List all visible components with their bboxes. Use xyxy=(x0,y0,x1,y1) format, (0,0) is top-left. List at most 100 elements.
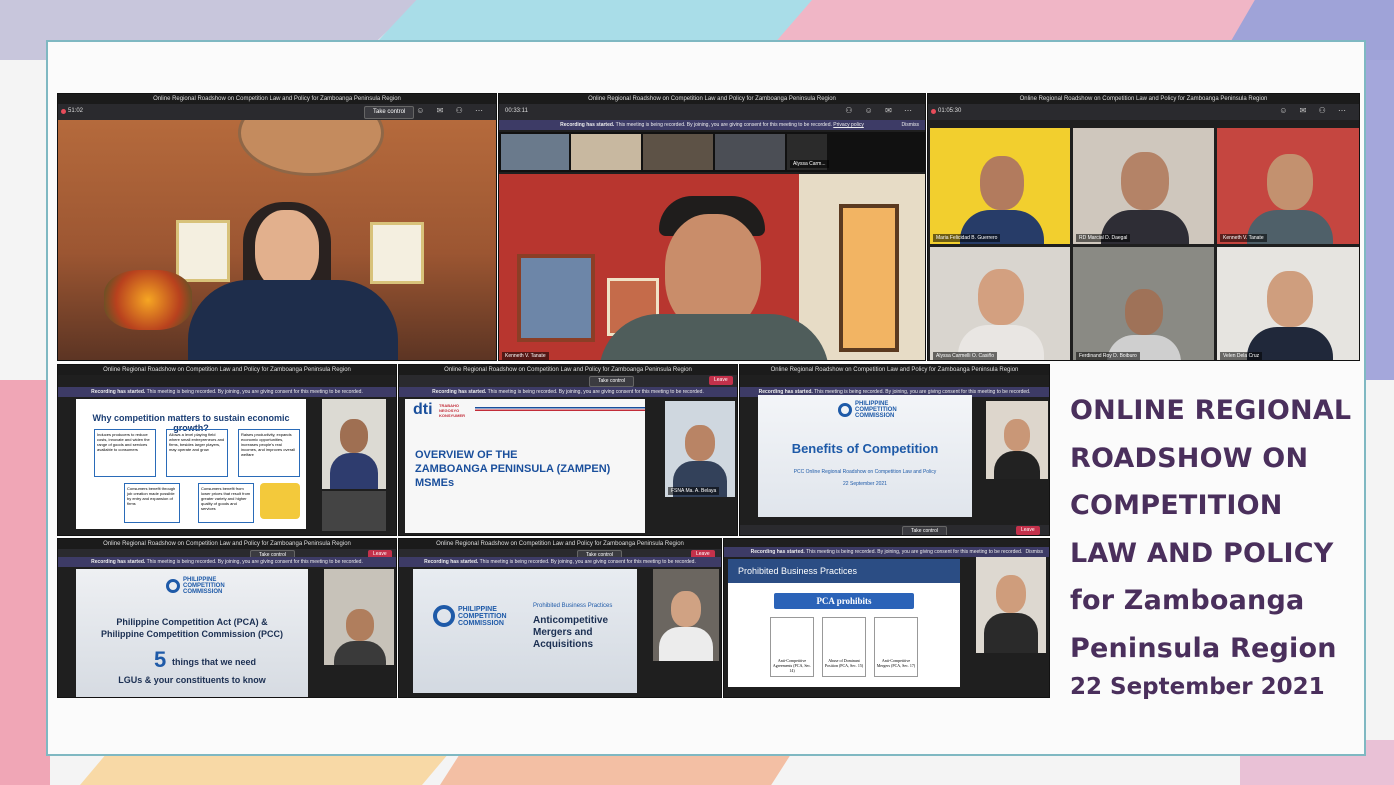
gallery-tile: RD Marcial D. Daegal xyxy=(1073,128,1214,244)
bg-shape-left xyxy=(0,380,50,785)
leave-button[interactable]: Leave xyxy=(709,376,733,385)
slide-title-line: Anticompetitive xyxy=(533,615,609,626)
teams-window-slide-2: Online Regional Roadshow on Competition … xyxy=(398,364,738,536)
meeting-timer: 01:05:30 xyxy=(938,108,962,114)
slide-box: Raises productivity, expands economic op… xyxy=(238,429,300,477)
privacy-policy-link[interactable]: Privacy policy xyxy=(833,122,864,128)
take-control-button[interactable]: Take control xyxy=(364,106,415,119)
slide-header: Prohibited Business Practices xyxy=(728,559,960,583)
participant-face xyxy=(1267,154,1313,210)
pcc-logo-icon xyxy=(838,403,852,417)
take-control-button[interactable]: Take control xyxy=(589,376,634,387)
participant-face xyxy=(996,575,1026,613)
window-title: Online Regional Roadshow on Competition … xyxy=(399,539,721,549)
participant-name: FSNA Ma. A. Belaya xyxy=(668,487,720,495)
thumb-participant-alyssa: Alyssa Carm... xyxy=(787,134,829,170)
recording-notice: Recording has started. xyxy=(560,122,615,128)
meeting-timer: 00:33:11 xyxy=(505,108,528,114)
presenter-video xyxy=(324,569,394,665)
gallery-tile: Kenneth V. Tanate xyxy=(1217,128,1359,244)
toolbar-icons[interactable]: ☺ ✉ ⚇ ⋯ xyxy=(416,106,488,118)
recording-detail: This meeting is being recorded. By joini… xyxy=(146,559,363,565)
pcc-logo-text: PHILIPPINE COMPETITION COMMISSION xyxy=(855,401,897,419)
meeting-toolbar: Take control Leave xyxy=(399,375,737,387)
slide-pca-pcc: PHILIPPINE COMPETITION COMMISSION Philip… xyxy=(76,569,308,697)
pcc-logo-icon xyxy=(433,605,455,627)
slide-prohibited-practices: Prohibited Business Practices PCA prohib… xyxy=(728,559,960,687)
dismiss-button[interactable]: Dismiss xyxy=(902,120,920,130)
participant-name: Maria Felicidad B. Guerrero xyxy=(933,234,1001,242)
framed-certificate-right xyxy=(370,222,424,284)
recording-banner: Recording has started. This meeting is b… xyxy=(58,387,396,397)
dti-logo: dti xyxy=(413,401,433,418)
participant-face xyxy=(978,269,1024,325)
meeting-toolbar: 00:33:11 ⚇ ☺ ✉ ⋯ xyxy=(499,104,925,120)
pcc-logo-icon xyxy=(166,579,180,593)
slide-title-line: Philippine Competition Act (PCA) & xyxy=(116,617,268,627)
slide-title-line: ZAMBOANGA PENINSULA (ZAMPEN) xyxy=(415,463,611,475)
teams-window-speaker-1: Online Regional Roadshow on Competition … xyxy=(57,93,497,361)
participant-name: Ferdinand Roy D. Boiburo xyxy=(1076,352,1140,360)
slide-title-line: Mergers and xyxy=(533,627,593,638)
recording-notice: Recording has started. xyxy=(424,559,479,565)
pcc-logo: PHILIPPINE COMPETITION COMMISSION xyxy=(433,605,518,627)
event-title-line: LAW AND POLICY xyxy=(1070,537,1334,569)
event-title-block: ONLINE REGIONAL ROADSHOW ON COMPETITION … xyxy=(1070,387,1351,700)
slide-zampen-overview: dti TRABAHO NEGOSYO KONSYUMER OVERVIEW O… xyxy=(405,399,645,533)
meeting-toolbar: 51:02 Take control ☺ ✉ ⚇ ⋯ xyxy=(58,104,496,120)
participant-face xyxy=(1125,289,1163,335)
recording-notice: Recording has started. xyxy=(91,559,146,565)
slide-text: things that we need xyxy=(172,657,257,667)
meeting-toolbar: 01:05:30 ☺ ✉ ⚇ ⋯ xyxy=(928,104,1359,120)
painting-1 xyxy=(517,254,595,342)
event-date: 22 September 2021 xyxy=(1070,674,1325,700)
slide-date: 22 September 2021 xyxy=(843,481,887,487)
toolbar-icons[interactable]: ☺ ✉ ⚇ ⋯ xyxy=(1279,106,1351,118)
slide-text: LGUs & your constituents to know xyxy=(118,675,266,685)
toolbar-icons[interactable]: ⚇ ☺ ✉ ⋯ xyxy=(845,106,917,118)
participant-name: RD Marcial D. Daegal xyxy=(1076,234,1131,242)
presenter-video xyxy=(322,399,386,489)
recording-notice: Recording has started. xyxy=(91,389,146,395)
slide-anticompetitive-mergers: PHILIPPINE COMPETITION COMMISSION Prohib… xyxy=(413,569,637,693)
leave-button[interactable]: Leave xyxy=(1016,526,1040,535)
teams-window-slide-5: Online Regional Roadshow on Competition … xyxy=(398,538,722,698)
slide-item: Abuse of Dominant Position (PCA, Sec. 15… xyxy=(822,617,866,677)
event-title-line: ONLINE REGIONAL xyxy=(1070,395,1352,426)
recording-notice: Recording has started. xyxy=(432,389,487,395)
slide-title: Benefits of Competition xyxy=(791,441,939,456)
slide-title-line: MSMEs xyxy=(415,477,455,489)
participant-face xyxy=(980,156,1024,210)
recording-icon xyxy=(61,109,66,114)
recording-detail: This meeting is being recorded. By joini… xyxy=(479,559,696,565)
thumb-participant xyxy=(643,134,713,170)
slide-title-line: Philippine Competition Commission (PCC) xyxy=(101,629,283,639)
video-speaker-2: Kenneth V. Tanate xyxy=(499,174,925,360)
dismiss-button[interactable]: Dismiss xyxy=(1026,547,1044,557)
slide-title-line: Acquisitions xyxy=(533,639,594,650)
recording-detail: This meeting is being recorded. By joini… xyxy=(487,389,704,395)
participant-name: Velen Dela Cruz xyxy=(1220,352,1263,360)
take-control-button[interactable]: Take control xyxy=(902,526,947,535)
slide-box: Consumers benefit through job creation m… xyxy=(124,483,180,523)
thumbnail-grid xyxy=(322,491,386,531)
event-title-line: Peninsula Region xyxy=(1070,632,1337,664)
recording-icon xyxy=(931,109,936,114)
presenter-video xyxy=(653,569,719,661)
participant-body xyxy=(984,613,1038,653)
teams-window-speaker-2: Online Regional Roadshow on Competition … xyxy=(498,93,926,361)
recording-notice: Recording has started. xyxy=(750,549,805,555)
speaker-body xyxy=(188,280,398,360)
framed-certificate-left xyxy=(176,220,230,282)
pcc-logo-text: PHILIPPINE COMPETITION COMMISSION xyxy=(183,577,225,595)
meeting-timer: 51:02 xyxy=(68,108,84,114)
participant-name: Alyssa Carm... xyxy=(790,160,829,168)
participant-face xyxy=(346,609,374,641)
recording-detail: This meeting is being recorded. By joini… xyxy=(146,389,363,395)
window-title: Online Regional Roadshow on Competition … xyxy=(399,365,737,375)
slide-benefits-of-competition: PHILIPPINE COMPETITION COMMISSION Benefi… xyxy=(758,395,972,517)
thumb-participant xyxy=(715,134,785,170)
slide-title-line: OVERVIEW OF THE xyxy=(415,449,518,461)
thumb-participant xyxy=(501,134,569,170)
presenter-video xyxy=(976,557,1046,653)
